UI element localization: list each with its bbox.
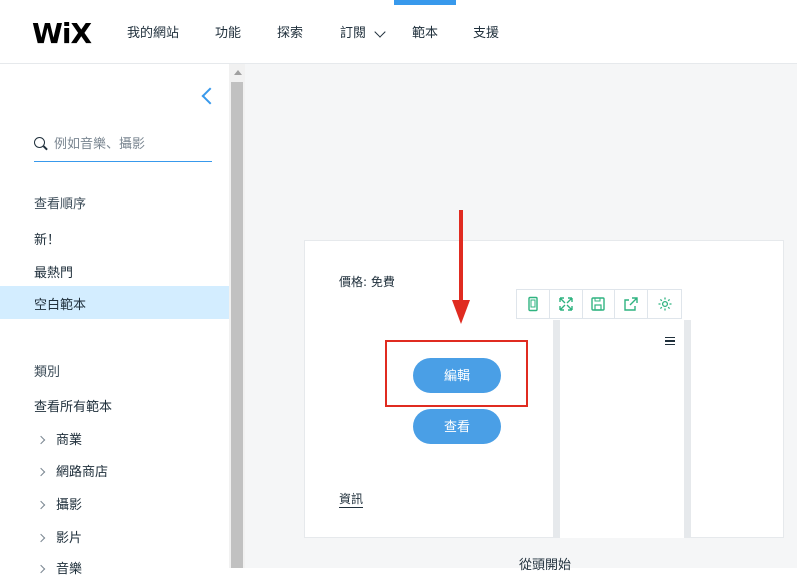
sort-heading: 查看順序: [34, 197, 87, 212]
chevron-right-icon: [36, 500, 46, 509]
category-item-online-store[interactable]: 網路商店: [36, 461, 109, 480]
share-icon[interactable]: [615, 290, 649, 318]
annotation-arrow-shaft: [459, 210, 463, 306]
nav-templates[interactable]: 範本: [412, 0, 438, 64]
search-input[interactable]: [54, 133, 209, 155]
nav-plans[interactable]: 訂閱: [340, 0, 366, 64]
sort-item-new[interactable]: 新！: [34, 229, 60, 248]
view-template-button[interactable]: 查看: [413, 409, 501, 444]
category-label: 攝影: [56, 498, 83, 513]
wix-logo[interactable]: WiX: [32, 17, 92, 50]
template-search-box: [34, 128, 212, 162]
category-label: 商業: [56, 433, 83, 448]
template-info-link[interactable]: 資訊: [339, 490, 364, 508]
sort-item-blank[interactable]: 空白範本: [34, 294, 86, 313]
nav-my-sites[interactable]: 我的網站: [127, 0, 179, 64]
category-heading: 類別: [34, 365, 61, 380]
settings-gear-icon[interactable]: [648, 290, 681, 318]
sort-item-popular[interactable]: 最熱門: [34, 262, 73, 281]
template-toolbar: [516, 289, 682, 319]
chevron-right-icon: [36, 564, 46, 573]
chevron-down-icon[interactable]: [374, 26, 386, 38]
chevron-right-icon: [36, 533, 46, 542]
view-all-templates-link[interactable]: 查看所有範本: [34, 396, 112, 415]
category-label: 影片: [56, 531, 83, 546]
nav-explore[interactable]: 探索: [277, 0, 303, 64]
sidebar-scrollbar-thumb[interactable]: [231, 82, 243, 568]
scroll-up-arrow-icon[interactable]: [234, 70, 242, 75]
hamburger-menu-icon: [665, 337, 675, 345]
category-label: 音樂: [56, 562, 83, 577]
chevron-right-icon: [36, 435, 46, 444]
chevron-right-icon: [36, 467, 46, 476]
nav-features[interactable]: 功能: [215, 0, 241, 64]
mobile-view-icon[interactable]: [517, 290, 550, 318]
category-label: 網路商店: [56, 465, 109, 480]
nav-support[interactable]: 支援: [473, 0, 499, 64]
template-price: 價格: 免費: [339, 275, 395, 289]
category-item-business[interactable]: 商業: [36, 429, 83, 448]
annotation-arrow-head-icon: [452, 300, 470, 324]
category-item-photography[interactable]: 攝影: [36, 494, 83, 513]
template-preview[interactable]: [560, 320, 684, 538]
start-from-scratch-label: 從頭開始: [519, 558, 572, 573]
annotation-highlight-box: [385, 340, 528, 407]
search-icon: [34, 137, 45, 148]
save-icon[interactable]: [583, 290, 616, 318]
category-item-video[interactable]: 影片: [36, 527, 83, 546]
fullscreen-icon[interactable]: [550, 290, 583, 318]
top-navigation-bar: WiX 我的網站 功能 探索 訂閱 範本 支援: [0, 0, 797, 64]
